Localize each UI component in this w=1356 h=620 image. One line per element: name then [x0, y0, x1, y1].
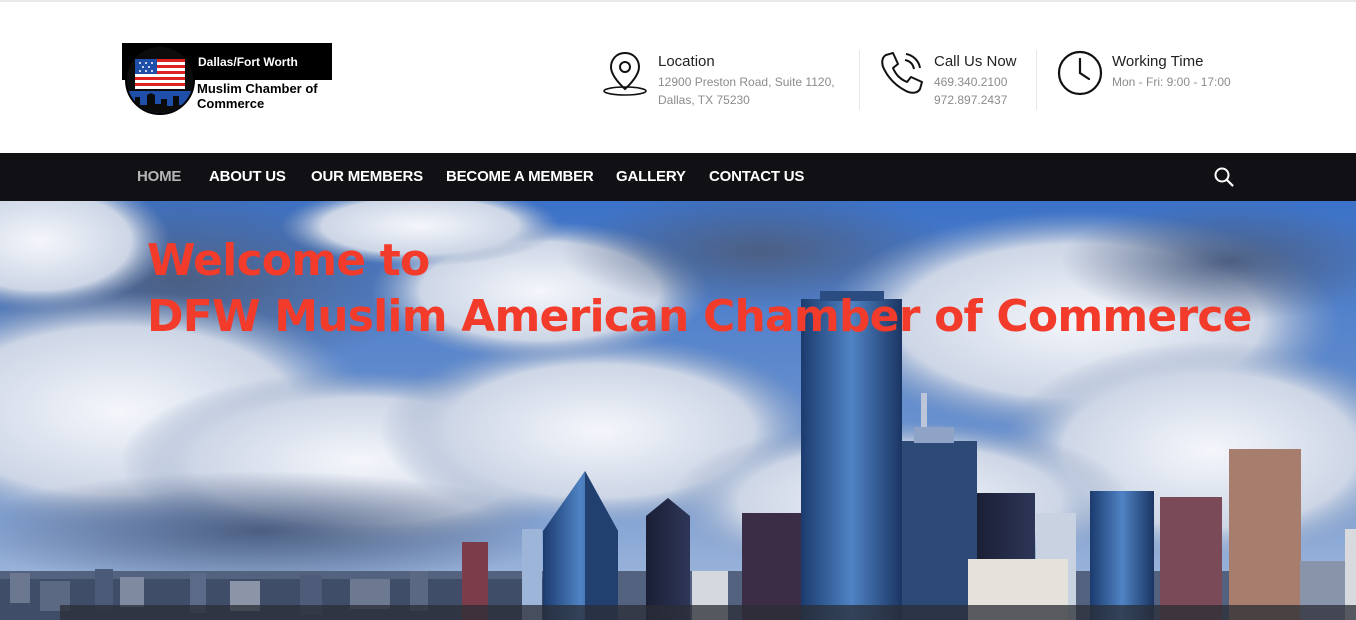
logo-badge-icon	[125, 45, 195, 115]
nav-item-about-us[interactable]: ABOUT US	[209, 168, 286, 185]
hours-info: Working Time Mon - Fri: 9:00 - 17:00	[1056, 49, 1246, 109]
phone-title: Call Us Now	[934, 53, 1017, 70]
nav-item-home[interactable]: HOME	[137, 168, 181, 185]
nav-item-gallery[interactable]: GALLERY	[616, 168, 686, 185]
flag-icon	[135, 59, 185, 89]
main-nav: HOME ABOUT US OUR MEMBERS BECOME A MEMBE…	[0, 153, 1356, 201]
logo-text-line2: Muslim Chamber of Commerce	[197, 81, 318, 111]
site-header: Dallas/Fort Worth Muslim Chamber of Comm…	[0, 2, 1356, 153]
phone-info: Call Us Now 469.340.2100 972.897.2437	[878, 49, 1038, 109]
location-title: Location	[658, 53, 715, 70]
hours-line1: Mon - Fri: 9:00 - 17:00	[1112, 75, 1231, 89]
nav-item-contact-us[interactable]: CONTACT US	[709, 168, 804, 185]
search-icon[interactable]	[1212, 165, 1236, 189]
site-logo[interactable]: Dallas/Fort Worth Muslim Chamber of Comm…	[122, 43, 332, 115]
logo-text-line1: Dallas/Fort Worth	[198, 55, 298, 69]
hero-title-line1: Welcome to	[147, 235, 430, 286]
hours-title: Working Time	[1112, 53, 1204, 70]
location-info: Location 12900 Preston Road, Suite 1120,…	[602, 49, 852, 109]
phone-line2[interactable]: 972.897.2437	[934, 93, 1007, 107]
logo-text-line2a: Muslim Chamber of	[197, 81, 318, 96]
logo-text-line2b: Commerce	[197, 96, 265, 111]
header-divider	[1036, 50, 1037, 110]
location-line1: 12900 Preston Road, Suite 1120,	[658, 75, 835, 89]
header-divider	[859, 50, 860, 110]
location-line2: Dallas, TX 75230	[658, 93, 750, 107]
phone-icon	[881, 52, 923, 94]
clock-icon	[1057, 50, 1103, 96]
nav-item-our-members[interactable]: OUR MEMBERS	[311, 168, 423, 185]
phone-line1[interactable]: 469.340.2100	[934, 75, 1007, 89]
city-silhouette-icon	[127, 91, 193, 113]
hero-banner: Welcome to DFW Muslim American Chamber o…	[0, 201, 1356, 620]
hero-title-line2: DFW Muslim American Chamber of Commerce	[147, 291, 1252, 342]
map-pin-icon	[603, 51, 647, 96]
nav-item-become-a-member[interactable]: BECOME A MEMBER	[446, 168, 594, 185]
